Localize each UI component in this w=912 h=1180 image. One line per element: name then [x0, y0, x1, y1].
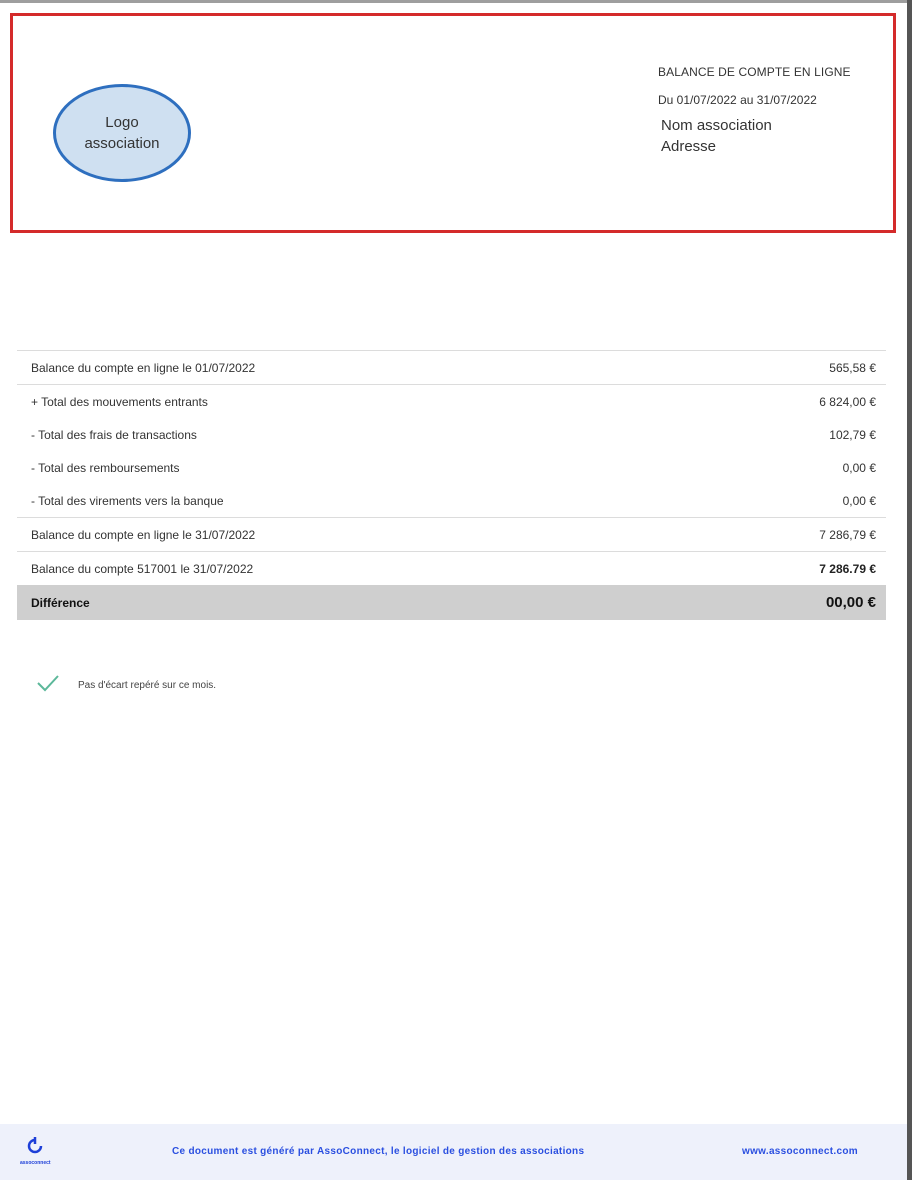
table-row: - Total des virements vers la banque 0,0…	[17, 484, 886, 518]
row-amount: 102,79 €	[829, 427, 876, 442]
status-message: Pas d'écart repéré sur ce mois.	[78, 680, 217, 691]
difference-row: Différence 00,00 €	[17, 585, 886, 620]
table-row: Balance du compte en ligne le 01/07/2022…	[17, 350, 886, 385]
row-amount: 0,00 €	[842, 460, 876, 475]
balance-table: Balance du compte en ligne le 01/07/2022…	[17, 350, 886, 620]
document-header: Logo association BALANCE DE COMPTE EN LI…	[10, 13, 896, 233]
footer-website-link[interactable]: www.assoconnect.com	[742, 1146, 858, 1157]
assoconnect-logo-icon	[27, 1137, 43, 1154]
document-title: BALANCE DE COMPTE EN LIGNE	[658, 65, 851, 79]
association-logo-placeholder: Logo association	[53, 84, 191, 182]
table-row: - Total des frais de transactions 102,79…	[17, 418, 886, 451]
row-amount: 565,58 €	[672, 350, 886, 385]
page-edge-top	[0, 0, 912, 3]
table-row: Balance du compte 517001 le 31/07/2022 7…	[17, 551, 886, 585]
row-label: Balance du compte en ligne le 31/07/2022	[17, 517, 673, 552]
footer-generated-by: Ce document est généré par AssoConnect, …	[172, 1146, 585, 1157]
table-row: - Total des remboursements 0,00 €	[17, 451, 886, 484]
table-row: + Total des mouvements entrants 6 824,00…	[17, 384, 886, 418]
row-amount: 0,00 €	[842, 493, 876, 508]
row-label: - Total des virements vers la banque	[31, 493, 224, 508]
footer-brand: assoconnect	[20, 1160, 51, 1166]
table-row: Balance du compte en ligne le 31/07/2022…	[17, 517, 886, 552]
difference-amount: 00,00 €	[672, 585, 886, 620]
page-edge-right	[907, 0, 912, 1180]
difference-label: Différence	[17, 585, 673, 620]
row-amount: 6 824,00 €	[672, 384, 886, 418]
association-address: Adresse	[661, 138, 717, 155]
check-icon	[37, 675, 59, 692]
logo-text-line2: association	[84, 135, 160, 152]
row-label: - Total des frais de transactions	[31, 427, 197, 442]
document-period: Du 01/07/2022 au 31/07/2022	[658, 93, 817, 107]
row-amount: 7 286,79 €	[672, 517, 886, 552]
row-label: + Total des mouvements entrants	[17, 384, 673, 418]
assoconnect-logo: assoconnect	[20, 1134, 51, 1170]
row-label: Balance du compte en ligne le 01/07/2022	[17, 350, 673, 385]
footer: assoconnect Ce document est généré par A…	[0, 1124, 907, 1180]
logo-text-line1: Logo	[105, 114, 139, 131]
row-label: - Total des remboursements	[31, 460, 180, 475]
row-amount: 7 286.79 €	[672, 551, 886, 585]
row-label: Balance du compte 517001 le 31/07/2022	[17, 551, 673, 585]
association-name: Nom association	[661, 117, 772, 134]
